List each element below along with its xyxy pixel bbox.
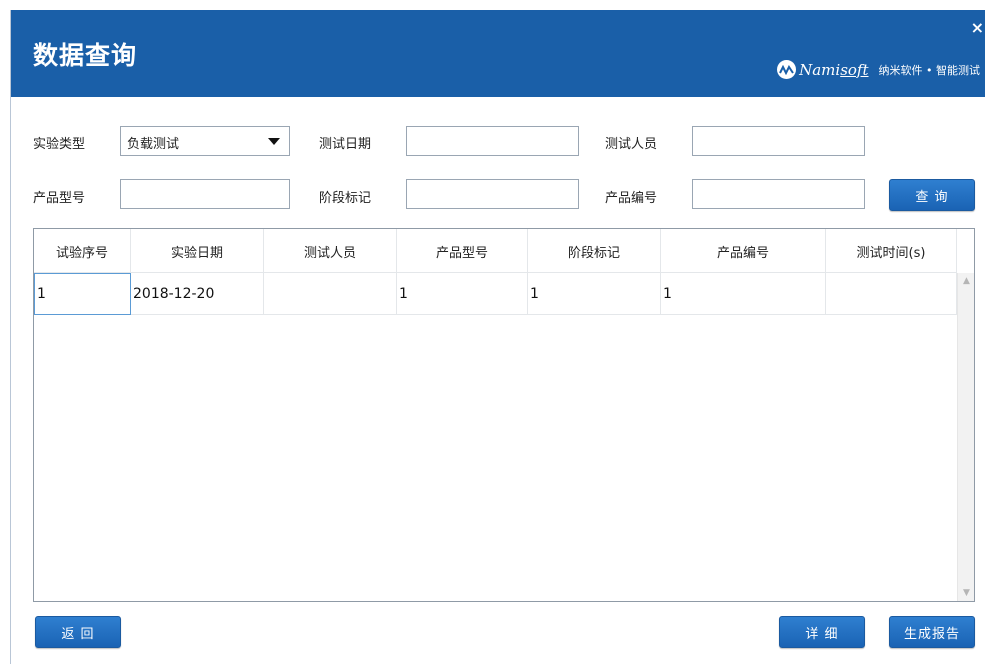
scroll-up-icon[interactable]: ▲ xyxy=(958,273,975,289)
tester-input[interactable] xyxy=(692,126,865,156)
column-header-test-time[interactable]: 测试时间(s) xyxy=(826,229,957,273)
stage-mark-input[interactable] xyxy=(406,179,579,209)
namisoft-logo-icon xyxy=(777,60,797,79)
table-row[interactable]: 1 2018-12-20 1 1 1 xyxy=(34,273,957,315)
cell-model[interactable]: 1 xyxy=(397,273,528,315)
detail-button[interactable]: 详 细 xyxy=(779,616,865,648)
cell-test-time[interactable] xyxy=(826,273,957,315)
product-no-input[interactable] xyxy=(692,179,865,209)
column-header-date[interactable]: 实验日期 xyxy=(131,229,264,273)
filter-form: 实验类型 负载测试 测试日期 测试人员 产品型号 阶段标记 产品编号 查 询 xyxy=(11,97,985,222)
title-bar: 数据查询 × Namisoft 纳米软件 • 智能测试 xyxy=(11,10,985,97)
cell-seq[interactable]: 1 xyxy=(34,273,131,315)
column-header-model[interactable]: 产品型号 xyxy=(397,229,528,273)
window-title: 数据查询 xyxy=(33,41,138,70)
cell-stage[interactable]: 1 xyxy=(528,273,661,315)
cell-date[interactable]: 2018-12-20 xyxy=(131,273,264,315)
back-button[interactable]: 返 回 xyxy=(35,616,121,648)
column-header-tester[interactable]: 测试人员 xyxy=(264,229,397,273)
brand-tagline: 纳米软件 • 智能测试 xyxy=(878,63,980,77)
scroll-down-icon[interactable]: ▼ xyxy=(958,585,975,601)
dropdown-arrow-icon[interactable] xyxy=(268,138,280,145)
data-query-window: 数据查询 × Namisoft 纳米软件 • 智能测试 实验类型 负载测试 测试… xyxy=(10,10,985,664)
results-table: 试验序号 实验日期 测试人员 产品型号 阶段标记 产品编号 测试时间(s) 1 … xyxy=(33,228,975,602)
test-type-label: 实验类型 xyxy=(33,137,86,152)
column-header-seq[interactable]: 试验序号 xyxy=(34,229,131,273)
product-no-label: 产品编号 xyxy=(605,191,658,206)
close-icon[interactable]: × xyxy=(971,20,984,36)
brand: Namisoft 纳米软件 • 智能测试 xyxy=(777,60,980,79)
vertical-scrollbar[interactable]: ▲ ▼ xyxy=(957,273,974,601)
stage-mark-label: 阶段标记 xyxy=(319,191,372,206)
cell-product-no[interactable]: 1 xyxy=(661,273,826,315)
tester-label: 测试人员 xyxy=(605,137,658,152)
column-header-stage[interactable]: 阶段标记 xyxy=(528,229,661,273)
test-type-select[interactable]: 负载测试 xyxy=(120,126,290,156)
generate-report-button[interactable]: 生成报告 xyxy=(889,616,975,648)
test-date-label: 测试日期 xyxy=(319,137,372,152)
product-model-input[interactable] xyxy=(120,179,290,209)
brand-name: Namisoft xyxy=(799,60,869,79)
table-header: 试验序号 实验日期 测试人员 产品型号 阶段标记 产品编号 测试时间(s) xyxy=(34,229,957,273)
product-model-label: 产品型号 xyxy=(33,191,86,206)
test-type-value: 负载测试 xyxy=(127,137,180,152)
column-header-product-no[interactable]: 产品编号 xyxy=(661,229,826,273)
cell-tester[interactable] xyxy=(264,273,397,315)
query-button[interactable]: 查 询 xyxy=(889,179,975,211)
test-date-input[interactable] xyxy=(406,126,579,156)
